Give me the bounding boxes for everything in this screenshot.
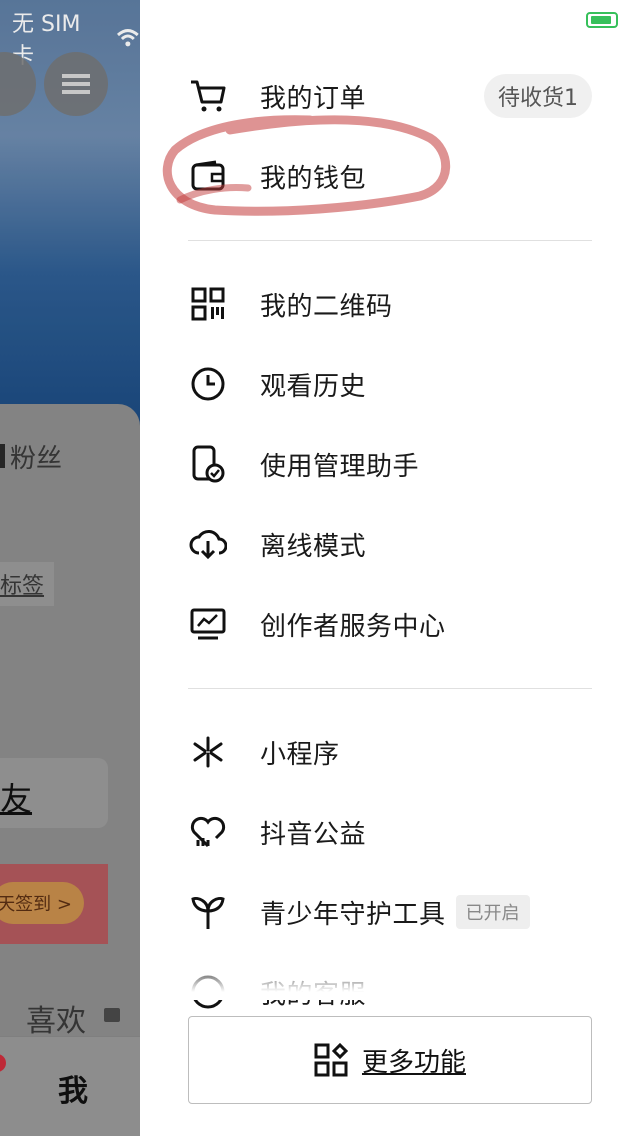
side-drawer: 我的订单 待收货1 我的钱包 我的二维码 观看历史 使用管理助手 离线模式 创作… xyxy=(140,0,640,1136)
usage-label: 使用管理助手 xyxy=(260,451,420,482)
menu-item-offline[interactable]: 离线模式 xyxy=(188,504,592,584)
offline-label: 离线模式 xyxy=(260,531,367,562)
wallet-icon xyxy=(188,156,228,196)
cloud-download-icon xyxy=(188,524,228,564)
more-features-label: 更多功能 xyxy=(361,1047,466,1078)
grid-icon xyxy=(314,1043,348,1077)
menu-item-wallet[interactable]: 我的钱包 xyxy=(188,136,592,216)
menu-item-qrcode[interactable]: 我的二维码 xyxy=(188,264,592,344)
orders-label: 我的订单 xyxy=(260,83,367,114)
menu-item-orders[interactable]: 我的订单 待收货1 xyxy=(188,56,592,136)
monitor-chart-icon xyxy=(188,604,228,644)
qrcode-icon xyxy=(188,284,228,324)
qrcode-label: 我的二维码 xyxy=(260,291,393,322)
enabled-badge: 已开启 xyxy=(455,895,530,929)
menu-item-usage[interactable]: 使用管理助手 xyxy=(188,424,592,504)
youth-label: 青少年守护工具 xyxy=(260,899,446,930)
menu-item-creator[interactable]: 创作者服务中心 xyxy=(188,584,592,664)
more-features-button[interactable]: 更多功能 xyxy=(188,1016,592,1104)
divider xyxy=(188,240,592,241)
wallet-label: 我的钱包 xyxy=(260,163,367,194)
pending-receipt-badge: 待收货1 xyxy=(484,74,592,118)
battery-icon xyxy=(586,12,618,28)
dim-overlay[interactable] xyxy=(0,0,140,1136)
menu-item-history[interactable]: 观看历史 xyxy=(188,344,592,424)
miniprogram-label: 小程序 xyxy=(260,739,340,770)
creator-label: 创作者服务中心 xyxy=(260,611,446,642)
heart-hand-icon xyxy=(188,812,228,852)
cart-icon xyxy=(188,76,228,116)
scroll-fade xyxy=(140,960,640,1000)
charity-label: 抖音公益 xyxy=(260,819,367,850)
divider xyxy=(188,688,592,689)
clock-icon xyxy=(188,364,228,404)
sprout-icon xyxy=(188,892,228,932)
asterisk-icon xyxy=(188,732,228,772)
history-label: 观看历史 xyxy=(260,371,367,402)
phone-check-icon xyxy=(188,444,228,484)
profile-background: 无 SIM 卡 粉丝 标签 友 天签到 > 喜欢 我 xyxy=(0,0,140,1136)
menu-item-youth[interactable]: 青少年守护工具 已开启 xyxy=(188,872,592,952)
menu-item-charity[interactable]: 抖音公益 xyxy=(188,792,592,872)
menu-item-miniprogram[interactable]: 小程序 xyxy=(188,712,592,792)
